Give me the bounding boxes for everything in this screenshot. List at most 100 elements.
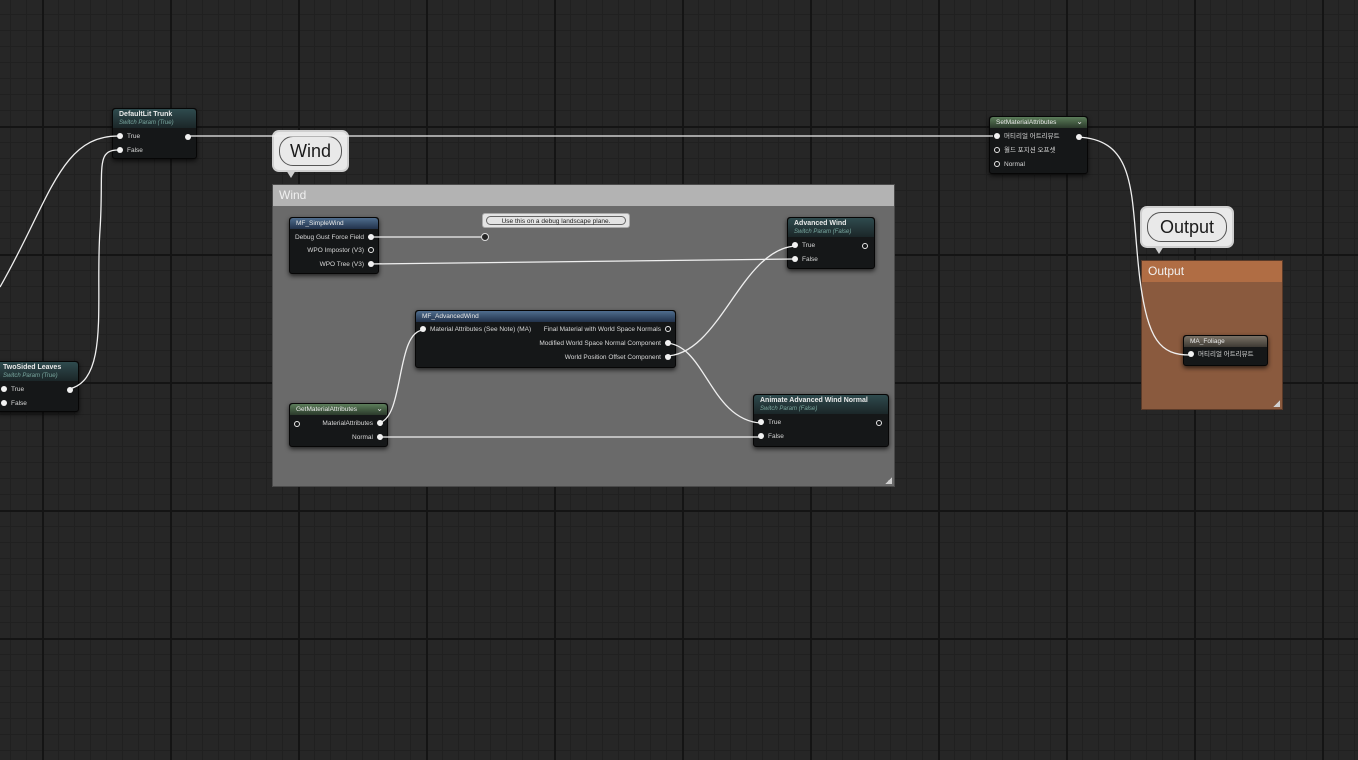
pin-icon[interactable] — [665, 326, 671, 333]
bubble-tail — [1154, 246, 1164, 254]
pin-false[interactable]: False — [792, 255, 818, 265]
pin-icon[interactable] — [758, 419, 764, 426]
pin-icon[interactable] — [758, 433, 764, 440]
node-title: GetMaterialAttributes — [296, 406, 358, 413]
pin-icon[interactable] — [994, 161, 1000, 168]
pin-icon[interactable] — [792, 256, 798, 263]
pin-true[interactable]: True — [117, 132, 140, 142]
pin-wpo-impostor[interactable]: WPO Impostor (V3) — [307, 246, 374, 256]
output-pin-icon[interactable] — [67, 387, 73, 393]
wind-comment-bubble[interactable]: Wind — [272, 130, 349, 178]
animate-advanced-wind-normal-node[interactable]: Animate Advanced Wind Normal Switch Para… — [753, 394, 889, 447]
pin-world-position-offset[interactable]: 월드 포지션 오프셋 — [994, 146, 1055, 156]
advanced-wind-node[interactable]: Advanced Wind Switch Param (False) True … — [787, 217, 875, 269]
node-title: DefaultLit Trunk — [119, 111, 173, 118]
pin-material-attributes-input[interactable]: Material Attributes (See Note) (MA) — [420, 325, 531, 335]
pin-normal[interactable]: Normal — [352, 433, 383, 443]
pin-wpo-tree[interactable]: WPO Tree (V3) — [320, 260, 374, 270]
node-header[interactable]: TwoSided Leaves Switch Param (True) — [0, 362, 78, 381]
pin-icon[interactable] — [368, 261, 374, 268]
pin-final-material[interactable]: Final Material with World Space Normals — [544, 325, 671, 335]
pin-material-attributes[interactable]: MaterialAttributes — [322, 419, 383, 429]
pin-icon[interactable] — [665, 354, 671, 361]
resize-grip-icon[interactable] — [1273, 400, 1280, 407]
pin-true[interactable]: True — [792, 241, 815, 251]
node-title: SetMaterialAttributes — [996, 119, 1057, 126]
chevron-down-icon[interactable]: ⌄ — [1076, 117, 1083, 126]
node-header[interactable]: MF_SimpleWind — [290, 218, 378, 229]
pin-icon[interactable] — [1, 386, 7, 393]
pin-false[interactable]: False — [1, 399, 27, 409]
output-pin-icon[interactable] — [1076, 134, 1082, 140]
reroute-node[interactable] — [481, 233, 489, 241]
node-subtitle: Switch Param (False) — [760, 406, 818, 412]
pin-label: 머티리얼 어트리뷰트 — [1004, 133, 1060, 140]
twosided-leaves-node[interactable]: TwoSided Leaves Switch Param (True) True… — [0, 361, 79, 412]
pin-label: Modified World Space Normal Component — [539, 340, 661, 347]
pin-material-attributes[interactable]: 머티리얼 어트리뷰트 — [1188, 350, 1254, 360]
pin-icon[interactable] — [117, 147, 123, 154]
ma-foliage-node[interactable]: MA_Foliage 머티리얼 어트리뷰트 — [1183, 335, 1268, 366]
wire-leaves-out-to-trunk-false — [68, 149, 119, 390]
debug-landscape-comment[interactable]: Use this on a debug landscape plane. — [482, 213, 630, 228]
get-material-attributes-node[interactable]: GetMaterialAttributes ⌄ MaterialAttribut… — [289, 403, 388, 447]
pin-label: WPO Tree (V3) — [319, 261, 364, 268]
pin-label: 월드 포지션 오프셋 — [1004, 147, 1056, 154]
pin-icon[interactable] — [1188, 351, 1194, 358]
set-material-attributes-node[interactable]: SetMaterialAttributes ⌄ 머티리얼 어트리뷰트 월드 포지… — [989, 116, 1088, 174]
output-pin-icon[interactable] — [862, 243, 868, 249]
pin-label: Normal — [1004, 161, 1025, 168]
pin-label: Normal — [352, 434, 373, 441]
output-pin-icon[interactable] — [876, 420, 882, 426]
node-header[interactable]: Animate Advanced Wind Normal Switch Para… — [754, 395, 888, 414]
node-subtitle: Switch Param (True) — [119, 120, 174, 126]
pin-icon[interactable] — [420, 326, 426, 333]
pin-label: False — [127, 147, 143, 154]
pin-world-position-offset[interactable]: World Position Offset Component — [565, 353, 671, 363]
pin-false[interactable]: False — [758, 432, 784, 442]
pin-icon[interactable] — [368, 247, 374, 254]
bubble-tail — [286, 170, 296, 178]
pin-icon[interactable] — [792, 242, 798, 249]
node-header[interactable]: MA_Foliage — [1184, 336, 1267, 347]
pin-modified-normal[interactable]: Modified World Space Normal Component — [539, 339, 671, 349]
pin-icon[interactable] — [377, 420, 383, 427]
pin-normal[interactable]: Normal — [994, 160, 1025, 170]
node-title: MF_AdvancedWind — [422, 313, 479, 320]
pin-icon[interactable] — [377, 434, 383, 441]
input-pin-icon[interactable] — [294, 421, 300, 427]
node-header[interactable]: Advanced Wind Switch Param (False) — [788, 218, 874, 237]
node-header[interactable]: MF_AdvancedWind — [416, 311, 675, 322]
pin-true[interactable]: True — [1, 385, 24, 395]
pin-icon[interactable] — [994, 133, 1000, 140]
pin-icon[interactable] — [665, 340, 671, 347]
chevron-down-icon[interactable]: ⌄ — [376, 404, 383, 413]
defaultlit-trunk-node[interactable]: DefaultLit Trunk Switch Param (True) Tru… — [112, 108, 197, 159]
pin-debug-gust-force-field[interactable]: Debug Gust Force Field — [295, 233, 374, 243]
resize-grip-icon[interactable] — [885, 477, 892, 484]
mf-advancedwind-node[interactable]: MF_AdvancedWind Material Attributes (See… — [415, 310, 676, 368]
output-pin-icon[interactable] — [185, 134, 191, 140]
pin-icon[interactable] — [117, 133, 123, 140]
pin-label: False — [768, 433, 784, 440]
pin-label: True — [127, 133, 141, 140]
output-comment-bubble[interactable]: Output — [1140, 206, 1234, 254]
wire-left-to-trunk-true — [0, 135, 119, 288]
node-header[interactable]: GetMaterialAttributes ⌄ — [290, 404, 387, 415]
node-header[interactable]: SetMaterialAttributes ⌄ — [990, 117, 1087, 128]
pin-label: False — [802, 256, 818, 263]
pin-icon[interactable] — [994, 147, 1000, 154]
pin-label: True — [802, 242, 816, 249]
node-header[interactable]: DefaultLit Trunk Switch Param (True) — [113, 109, 196, 128]
pin-icon[interactable] — [368, 234, 374, 241]
mf-simplewind-node[interactable]: MF_SimpleWind Debug Gust Force Field WPO… — [289, 217, 379, 274]
wind-comment-header[interactable]: Wind — [273, 185, 894, 206]
pin-material-attributes[interactable]: 머티리얼 어트리뷰트 — [994, 132, 1060, 142]
pin-label: WPO Impostor (V3) — [307, 247, 364, 254]
pin-icon[interactable] — [1, 400, 7, 407]
pin-true[interactable]: True — [758, 418, 781, 428]
output-comment-header[interactable]: Output — [1142, 261, 1282, 282]
wind-bubble-label: Wind — [279, 136, 342, 166]
pin-false[interactable]: False — [117, 146, 143, 156]
pin-label: Final Material with World Space Normals — [543, 326, 661, 333]
